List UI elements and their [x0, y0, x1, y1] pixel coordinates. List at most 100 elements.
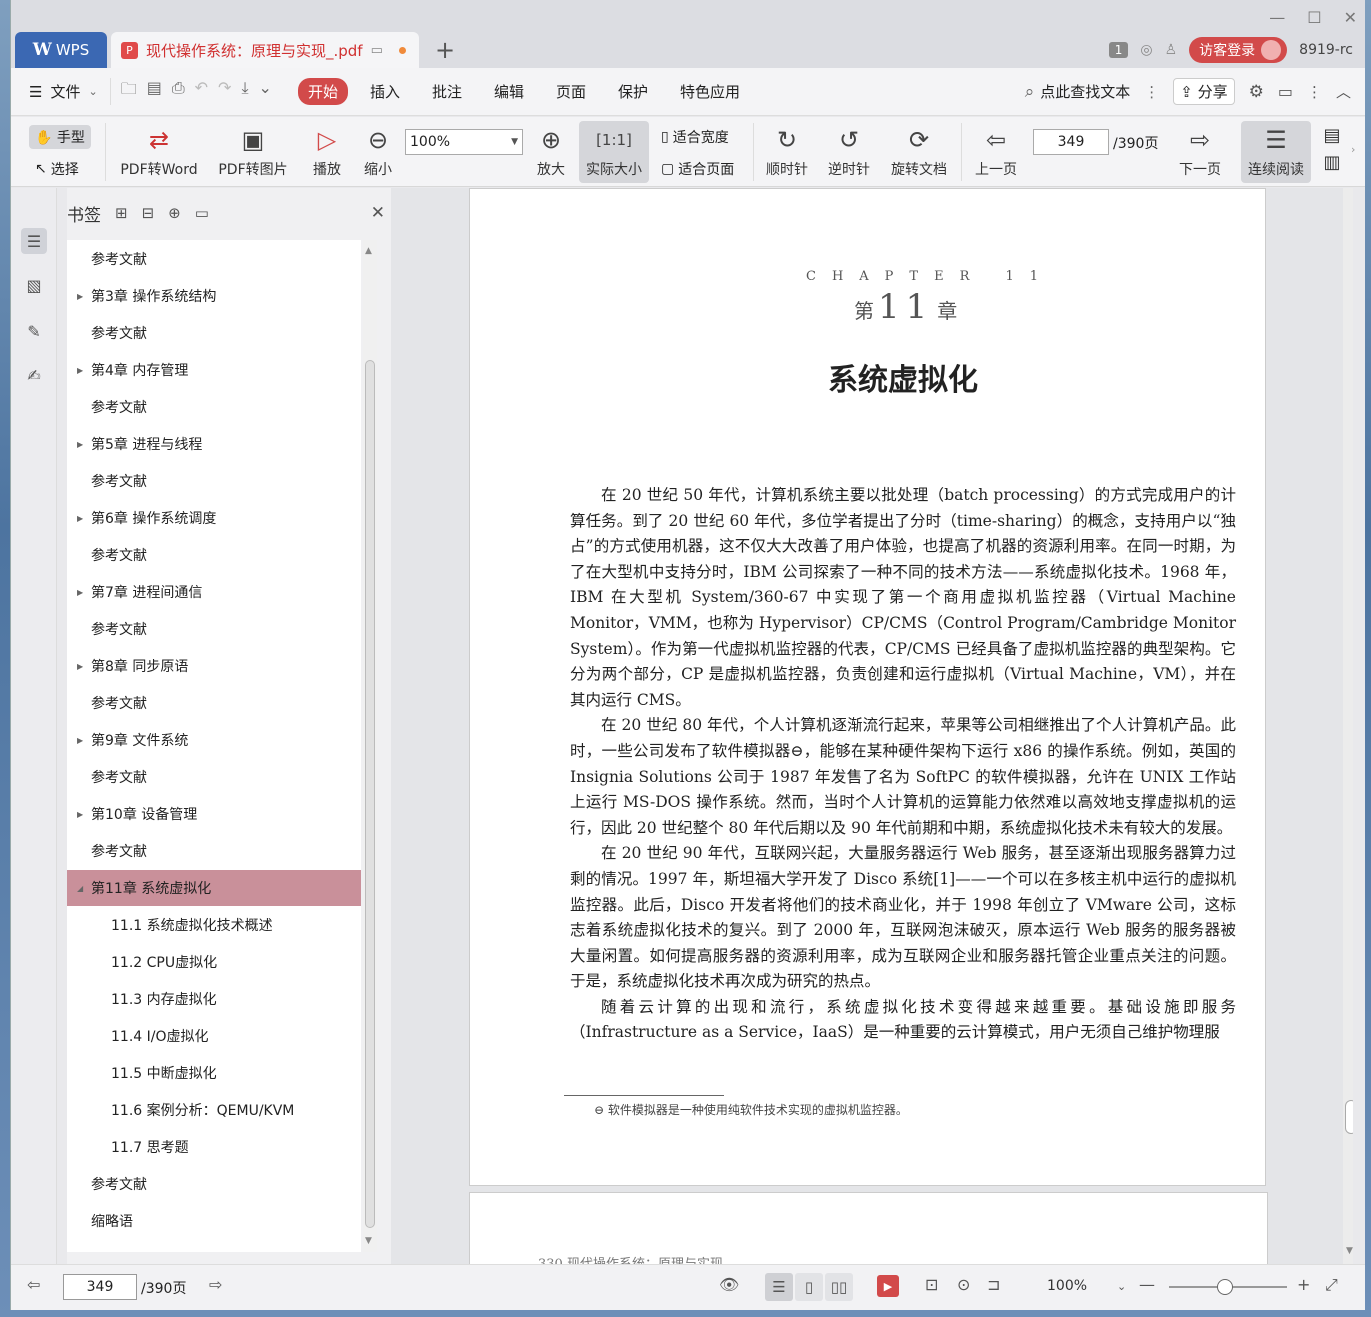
tab-insert[interactable]: 插入 — [360, 78, 410, 105]
bookmark-subitem[interactable]: 11.2 CPU虚拟化 — [67, 944, 361, 980]
expand-arrow-icon[interactable]: ▶ — [77, 736, 83, 745]
bookmark-item[interactable]: 参考文献 — [67, 611, 361, 647]
thumbnail-panel-icon[interactable]: ▧ — [21, 272, 47, 298]
more-vertical-icon[interactable]: ⋮ — [1144, 83, 1159, 101]
bookmark-item[interactable]: 参考文献 — [67, 463, 361, 499]
bookmark-item[interactable]: ▶ 第7章 进程间通信 — [67, 574, 361, 610]
status-actual-size-icon[interactable]: ⊡ — [925, 1275, 938, 1294]
status-zoom-value[interactable]: 100% — [1047, 1278, 1087, 1294]
bookmark-subitem[interactable]: 11.5 中断虚拟化 — [67, 1055, 361, 1091]
bookmark-item[interactable]: 参考文献 — [67, 1166, 361, 1202]
rotate-clockwise-button[interactable]: ↻ 顺时针 — [763, 121, 811, 179]
expand-arrow-icon[interactable]: ▶ — [77, 292, 83, 301]
bookmark-item[interactable]: ▶ 第9章 文件系统 — [67, 722, 361, 758]
rotate-document-button[interactable]: ⟳ 旋转文档 — [887, 121, 951, 179]
page-number-input[interactable]: 349 — [1033, 129, 1109, 155]
bookmark-subitem[interactable]: 11.7 思考题 — [67, 1129, 361, 1165]
tab-edit[interactable]: 编辑 — [484, 78, 534, 105]
undo-icon[interactable]: ↶ — [195, 78, 208, 105]
add-bookmark-icon[interactable]: ⊕ — [168, 204, 181, 222]
bookmark-item[interactable]: ▶ 第3章 操作系统结构 — [67, 278, 361, 314]
expand-arrow-icon[interactable]: ▶ — [77, 810, 83, 819]
maximize-icon[interactable]: ☐ — [1307, 8, 1321, 27]
bookmark-scrollbar[interactable]: ▲ ▼ — [363, 240, 377, 1252]
double-view-icon[interactable]: ▯▯ — [825, 1273, 853, 1301]
skin-icon[interactable]: ◎ — [1140, 42, 1152, 58]
next-page-button[interactable]: ⇨ 下一页 — [1175, 121, 1225, 179]
new-tab-plus-icon[interactable]: + — [435, 36, 455, 64]
open-folder-icon[interactable]: 🗀 — [121, 78, 137, 105]
bookmark-item[interactable]: 参考文献 — [67, 389, 361, 425]
share-button[interactable]: ⇪ 分享 — [1173, 78, 1235, 105]
status-fit-page-icon[interactable]: ⊙ — [957, 1275, 970, 1294]
bookmark-item[interactable]: 参考文献 — [67, 833, 361, 869]
document-tab[interactable]: P 现代操作系统：原理与实现_.pdf ▭ — [111, 32, 419, 68]
status-zoom-out-icon[interactable]: — — [1139, 1275, 1155, 1294]
file-menu[interactable]: ☰ 文件 ⌄ — [11, 81, 110, 102]
bookmark-item[interactable]: ▶ 第5章 进程与线程 — [67, 426, 361, 462]
expand-all-icon[interactable]: ⊞ — [115, 204, 128, 222]
document-scroll-thumb[interactable] — [1345, 1100, 1353, 1134]
single-page-button[interactable]: ▤ ▥ — [1319, 125, 1345, 173]
status-next-page-icon[interactable]: ⇨ — [209, 1275, 222, 1294]
monitor-icon[interactable]: ▭ — [371, 43, 383, 58]
eye-protection-icon[interactable]: 👁 — [719, 1275, 739, 1294]
more-chevron-icon[interactable]: ⌄ — [259, 78, 272, 105]
bookmark-item[interactable]: 缩略语 — [67, 1203, 361, 1239]
scroll-up-icon[interactable]: ▲ — [365, 246, 372, 256]
close-panel-icon[interactable]: ✕ — [371, 203, 385, 223]
bookmark-subitem[interactable]: 11.4 I/O虚拟化 — [67, 1018, 361, 1054]
zoom-slider[interactable] — [1169, 1279, 1287, 1295]
zoom-in-button[interactable]: ⊕ 放大 — [533, 121, 569, 179]
status-zoom-in-icon[interactable]: + — [1297, 1275, 1310, 1294]
select-tool-button[interactable]: ↖ 选择 — [35, 159, 79, 179]
status-zoom-dropdown-icon[interactable]: ⌄ — [1117, 1280, 1126, 1293]
pdf-to-word-button[interactable]: ⇄ PDF转Word — [115, 121, 203, 179]
tab-protect[interactable]: 保护 — [608, 78, 658, 105]
bookmark-item[interactable]: ◢ 第11章 系统虚拟化 — [67, 870, 361, 906]
bookmark-subitem[interactable]: 11.3 内存虚拟化 — [67, 981, 361, 1017]
single-view-icon[interactable]: ▯ — [795, 1273, 823, 1301]
window-count-badge[interactable]: 1 — [1108, 42, 1129, 58]
zoom-slider-knob[interactable] — [1217, 1279, 1233, 1295]
status-play-icon[interactable]: ▶ — [877, 1275, 899, 1297]
fit-page-button[interactable]: ▢ 适合页面 — [661, 159, 734, 179]
collapse-ribbon-icon[interactable]: ︿ — [1336, 81, 1351, 102]
minimize-icon[interactable]: — — [1269, 8, 1285, 27]
signature-panel-icon[interactable]: ✍ — [21, 362, 47, 388]
bookmark-item[interactable]: 参考文献 — [67, 241, 361, 277]
tab-special[interactable]: 特色应用 — [670, 78, 750, 105]
redo-icon[interactable]: ↷ — [218, 78, 231, 105]
annotation-panel-icon[interactable]: ✎ — [21, 318, 47, 344]
actual-size-button[interactable]: [1:1] 实际大小 — [579, 121, 649, 183]
bookmark-settings-icon[interactable]: ▭ — [195, 204, 209, 222]
guest-login-button[interactable]: 访客登录 — [1189, 37, 1288, 63]
doc-scroll-down-icon[interactable]: ▼ — [1346, 1246, 1353, 1256]
hand-tool-button[interactable]: ✋ 手型 — [29, 125, 91, 149]
prev-page-button[interactable]: ⇦ 上一页 — [971, 121, 1021, 179]
continuous-view-icon[interactable]: ☰ — [765, 1273, 793, 1301]
scroll-down-icon[interactable]: ▼ — [365, 1236, 372, 1246]
zoom-select[interactable]: 100% ▼ — [405, 129, 523, 155]
expand-arrow-icon[interactable]: ▶ — [77, 588, 83, 597]
collapse-all-icon[interactable]: ⊟ — [142, 204, 155, 222]
gear-icon[interactable]: ⚙ — [1249, 82, 1264, 102]
bookmark-item[interactable]: ▶ 第6章 操作系统调度 — [67, 500, 361, 536]
collapse-arrow-icon[interactable]: ◢ — [77, 884, 83, 893]
two-page-icon[interactable]: ▥ — [1323, 152, 1340, 173]
play-button[interactable]: ▷ 播放 — [307, 121, 347, 179]
bookmark-item[interactable]: 参考文献 — [67, 759, 361, 795]
save-icon[interactable]: ▤ — [147, 78, 162, 105]
ribbon-scroll-right-icon[interactable]: › — [1351, 143, 1355, 156]
fullscreen-icon[interactable]: ⤢ — [1325, 1275, 1338, 1295]
close-window-icon[interactable]: ✕ — [1344, 8, 1357, 27]
expand-arrow-icon[interactable]: ▶ — [77, 366, 83, 375]
rotate-counterclockwise-button[interactable]: ↺ 逆时针 — [825, 121, 873, 179]
status-prev-page-icon[interactable]: ⇦ — [27, 1275, 40, 1294]
bookmark-subitem[interactable]: 11.1 系统虚拟化技术概述 — [67, 907, 361, 943]
tab-start[interactable]: 开始 — [297, 78, 348, 105]
search-text-button[interactable]: ⌕ 点此查找文本 — [1025, 81, 1131, 102]
print-icon[interactable]: ⎙ — [172, 78, 185, 105]
expand-arrow-icon[interactable]: ▶ — [77, 514, 83, 523]
bookmark-item[interactable]: 参考文献 — [67, 685, 361, 721]
